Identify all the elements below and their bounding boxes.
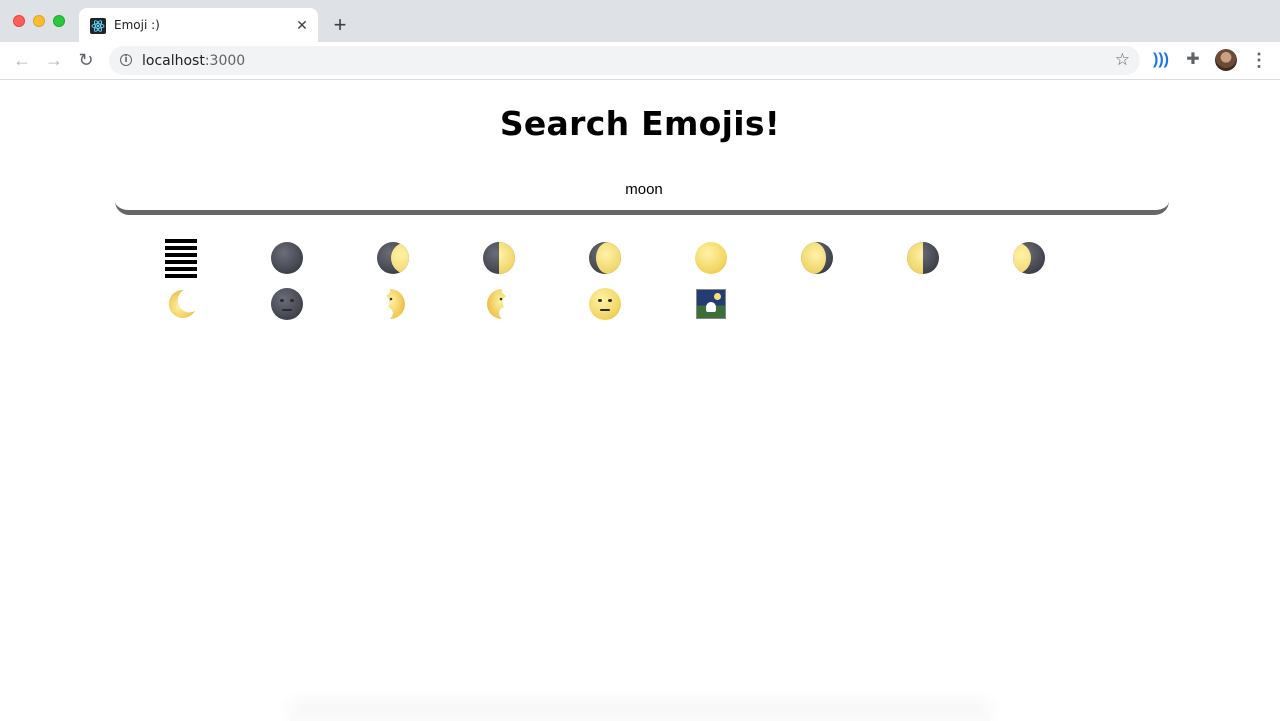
tab-emoji[interactable]: Emoji :) ✕ [79, 8, 318, 42]
emoji-full-moon-face[interactable] [552, 281, 658, 327]
reload-icon[interactable]: ↻ [76, 50, 96, 70]
page-content: Search Emojis! [0, 80, 1280, 721]
forward-arrow-icon[interactable]: → [44, 50, 64, 70]
search-input[interactable] [115, 170, 1173, 208]
search-box [115, 170, 1173, 215]
new-moon-face-icon [271, 288, 303, 320]
full-moon-face-icon [589, 288, 621, 320]
emoji-waning-crescent-moon[interactable] [976, 235, 1082, 281]
bookmark-star-icon[interactable]: ☆ [1115, 51, 1130, 69]
emoji-first-quarter-moon[interactable] [446, 235, 552, 281]
emoji-waxing-crescent-moon[interactable] [340, 235, 446, 281]
extensions-puzzle-icon[interactable]: ✚ [1183, 50, 1203, 70]
close-window-button[interactable] [13, 15, 25, 27]
tab-title: Emoji :) [114, 18, 160, 32]
extension-cast-icon[interactable]: ))) [1151, 50, 1171, 70]
emoji-results-grid [128, 235, 1082, 327]
profile-avatar[interactable] [1215, 49, 1237, 71]
browser-menu-icon[interactable]: ⋮ [1249, 50, 1269, 70]
hexagram-icon [165, 238, 197, 278]
new-moon-icon [271, 242, 303, 274]
emoji-hexagram-for-the-creative-heaven[interactable] [128, 235, 234, 281]
browser-toolbar: ← → ↻ i localhost:3000 ☆ ))) ✚ ⋮ [0, 42, 1280, 80]
browser-chrome: Emoji :) ✕ + ← → ↻ i localhost:3000 ☆ ))… [0, 0, 1280, 80]
emoji-last-quarter-moon[interactable] [870, 235, 976, 281]
new-tab-button[interactable]: + [329, 14, 351, 37]
url-port: :3000 [204, 53, 246, 69]
tab-strip: Emoji :) ✕ + [0, 0, 1280, 42]
last-quarter-moon-face-icon [487, 289, 506, 319]
waning-gibbous-moon-icon [801, 242, 833, 274]
waxing-crescent-moon-icon [377, 242, 409, 274]
site-info-icon[interactable]: i [120, 54, 132, 66]
last-quarter-moon-icon [907, 242, 939, 274]
moon-viewing-ceremony-icon [696, 289, 726, 319]
emoji-waning-gibbous-moon[interactable] [764, 235, 870, 281]
emoji-moon-viewing-ceremony[interactable] [658, 281, 764, 327]
emoji-last-quarter-moon-face[interactable] [446, 281, 552, 327]
back-arrow-icon[interactable]: ← [12, 50, 32, 70]
emoji-new-moon-face[interactable] [234, 281, 340, 327]
tab-close-icon[interactable]: ✕ [294, 17, 310, 33]
react-logo-icon [90, 18, 106, 34]
first-quarter-moon-icon [483, 242, 515, 274]
address-bar[interactable]: i localhost:3000 ☆ [109, 46, 1140, 75]
emoji-crescent-moon[interactable] [128, 281, 234, 327]
url-text[interactable]: localhost:3000 [142, 53, 245, 69]
emoji-new-moon[interactable] [234, 235, 340, 281]
minimize-window-button[interactable] [33, 15, 45, 27]
crescent-moon-icon [168, 289, 195, 318]
emoji-full-moon[interactable] [658, 235, 764, 281]
bottom-shadow [290, 715, 990, 721]
url-host: localhost [142, 53, 205, 69]
page-title: Search Emojis! [499, 104, 781, 143]
waxing-gibbous-moon-icon [589, 242, 621, 274]
waning-crescent-moon-icon [1013, 242, 1045, 274]
emoji-waxing-gibbous-moon[interactable] [552, 235, 658, 281]
full-moon-icon [695, 242, 727, 274]
zoom-window-button[interactable] [53, 15, 65, 27]
emoji-first-quarter-moon-face[interactable] [340, 281, 446, 327]
first-quarter-moon-face-icon [386, 289, 405, 319]
